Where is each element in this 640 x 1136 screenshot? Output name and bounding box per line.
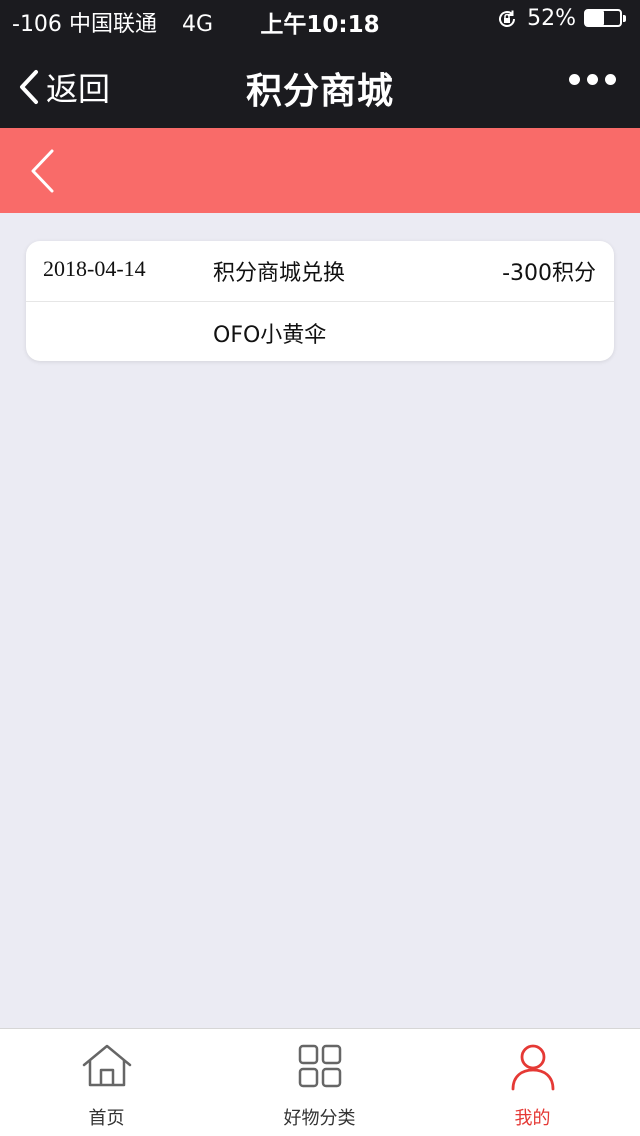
status-bar: -106 中国联通 4G 上午10:18 52%	[0, 0, 640, 40]
tab-mine[interactable]: 我的	[426, 1029, 639, 1136]
tab-categories[interactable]: 好物分类	[213, 1029, 426, 1136]
home-icon	[81, 1043, 133, 1093]
nav-bar: 返回 积分商城	[0, 40, 640, 128]
record-points: -300积分	[502, 261, 596, 286]
battery-percent: 52%	[527, 6, 576, 31]
record-item-name: OFO小黄伞	[213, 323, 327, 348]
record-description: 积分商城兑换	[213, 261, 346, 286]
screen: -106 中国联通 4G 上午10:18 52% 返回 积分商城 2018-04…	[0, 0, 640, 1136]
more-dots-icon	[569, 74, 580, 85]
header-back-button[interactable]	[28, 148, 56, 198]
red-header	[0, 128, 640, 213]
page-title: 积分商城	[245, 71, 394, 112]
battery-icon	[584, 8, 628, 29]
more-button[interactable]	[569, 74, 616, 85]
tab-mine-label: 我的	[514, 1108, 551, 1129]
tab-bar: 首页 好物分类 我的	[0, 1028, 640, 1136]
tab-home-label: 首页	[88, 1108, 125, 1129]
record-card[interactable]: 2018-04-14 积分商城兑换 -300积分 OFO小黄伞	[26, 241, 614, 361]
status-right: 52%	[495, 6, 628, 31]
record-row-summary: 2018-04-14 积分商城兑换 -300积分	[26, 241, 614, 301]
grid-icon	[297, 1043, 343, 1093]
record-row-item: OFO小黄伞	[26, 301, 614, 361]
rotation-lock-icon	[495, 7, 519, 31]
user-icon	[510, 1043, 556, 1095]
chevron-left-icon	[28, 149, 56, 198]
tab-home[interactable]: 首页	[0, 1029, 213, 1136]
record-date: 2018-04-14	[43, 256, 146, 281]
tab-categories-label: 好物分类	[283, 1108, 356, 1129]
